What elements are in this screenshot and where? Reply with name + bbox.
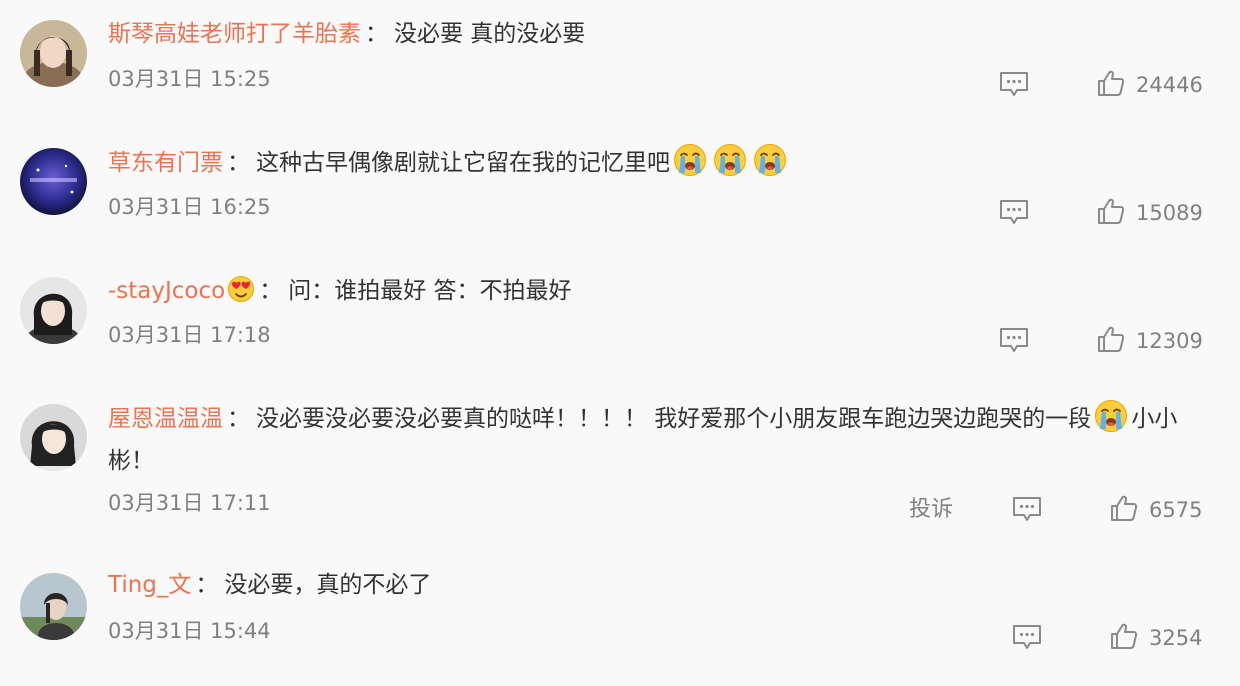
like-count: 15089 — [1136, 201, 1203, 225]
thumbs-up-icon[interactable] — [1110, 494, 1138, 522]
comment-item: 斯琴高娃老师打了羊胎素：没必要 真的没必要 03月31日 15:25 24446 — [0, 0, 1240, 130]
avatar[interactable] — [20, 573, 87, 640]
crying-emoji-icon — [753, 143, 787, 177]
like-count: 6575 — [1149, 498, 1203, 522]
separator: ： — [365, 21, 388, 47]
comment-item: -stayJcoco ：问：谁拍最好 答：不拍最好 03月31日 17:18 12… — [0, 260, 1240, 390]
thumbs-up-icon[interactable] — [1110, 622, 1138, 650]
avatar[interactable] — [20, 404, 87, 471]
username-link[interactable]: -stayJcoco — [108, 278, 225, 304]
comment-text: 问：谁拍最好 答：不拍最好 — [288, 278, 572, 304]
comment-item: Ting_文：没必要，真的不必了 03月31日 15:44 3254 — [0, 555, 1240, 686]
separator: ： — [195, 572, 219, 598]
username-link[interactable]: 斯琴高娃老师打了羊胎素 — [108, 21, 361, 47]
like-count: 24446 — [1136, 73, 1203, 97]
comment-item: 草东有门票：这种古早偶像剧就让它留在我的记忆里吧 03月31日 16:25 15… — [0, 130, 1240, 260]
username-link[interactable]: 屋恩温温温 — [108, 406, 223, 432]
comment-text-line2: 彬！ — [108, 448, 154, 474]
comment-bubble-icon[interactable] — [999, 327, 1029, 353]
comment-line: 草东有门票：这种古早偶像剧就让它留在我的记忆里吧 — [108, 142, 1220, 184]
comment-line: 斯琴高娃老师打了羊胎素：没必要 真的没必要 — [108, 13, 1220, 55]
avatar[interactable] — [20, 20, 87, 87]
comment-line-continued: 彬！ — [108, 440, 154, 482]
comment-bubble-icon[interactable] — [999, 199, 1029, 225]
timestamp: 03月31日 15:44 — [108, 619, 271, 643]
timestamp: 03月31日 16:25 — [108, 195, 271, 219]
crying-emoji-icon — [1094, 399, 1128, 433]
heart-eyes-badge-icon — [227, 275, 255, 303]
report-button[interactable]: 投诉 — [909, 495, 953, 525]
comment-bubble-icon[interactable] — [1012, 624, 1042, 650]
like-count: 3254 — [1149, 626, 1203, 650]
comment-line: Ting_文：没必要，真的不必了 — [108, 564, 1220, 606]
thumbs-up-icon[interactable] — [1097, 325, 1125, 353]
separator: ： — [227, 406, 250, 432]
comment-line: -stayJcoco ：问：谁拍最好 答：不拍最好 — [108, 270, 1220, 312]
comment-bubble-icon[interactable] — [999, 71, 1029, 97]
timestamp: 03月31日 15:25 — [108, 67, 271, 91]
timestamp: 03月31日 17:11 — [108, 491, 271, 515]
separator: ： — [227, 150, 250, 176]
avatar[interactable] — [20, 277, 87, 344]
comment-bubble-icon[interactable] — [1012, 496, 1042, 522]
avatar[interactable] — [20, 148, 87, 215]
comment-text-tail: 小小 — [1131, 406, 1178, 432]
crying-emoji-icon — [673, 143, 707, 177]
comment-text: 没必要，真的不必了 — [224, 572, 432, 598]
username-link[interactable]: Ting_文 — [108, 572, 191, 598]
thumbs-up-icon[interactable] — [1097, 69, 1125, 97]
thumbs-up-icon[interactable] — [1097, 197, 1125, 225]
comment-item: 屋恩温温温：没必要没必要没必要真的哒咩！！！！ 我好爱那个小朋友跟车跑边哭边跑哭… — [0, 390, 1240, 555]
timestamp: 03月31日 17:18 — [108, 323, 271, 347]
crying-emoji-icon — [713, 143, 747, 177]
username-link[interactable]: 草东有门票 — [108, 150, 223, 176]
comment-text: 没必要 真的没必要 — [394, 21, 586, 47]
like-count: 12309 — [1136, 329, 1203, 353]
comment-line: 屋恩温温温：没必要没必要没必要真的哒咩！！！！ 我好爱那个小朋友跟车跑边哭边跑哭… — [108, 398, 1220, 440]
comment-text: 这种古早偶像剧就让它留在我的记忆里吧 — [256, 150, 670, 176]
comment-text: 没必要没必要没必要真的哒咩！！！！ 我好爱那个小朋友跟车跑边哭边跑哭的一段 — [256, 406, 1092, 432]
separator: ： — [259, 278, 283, 304]
